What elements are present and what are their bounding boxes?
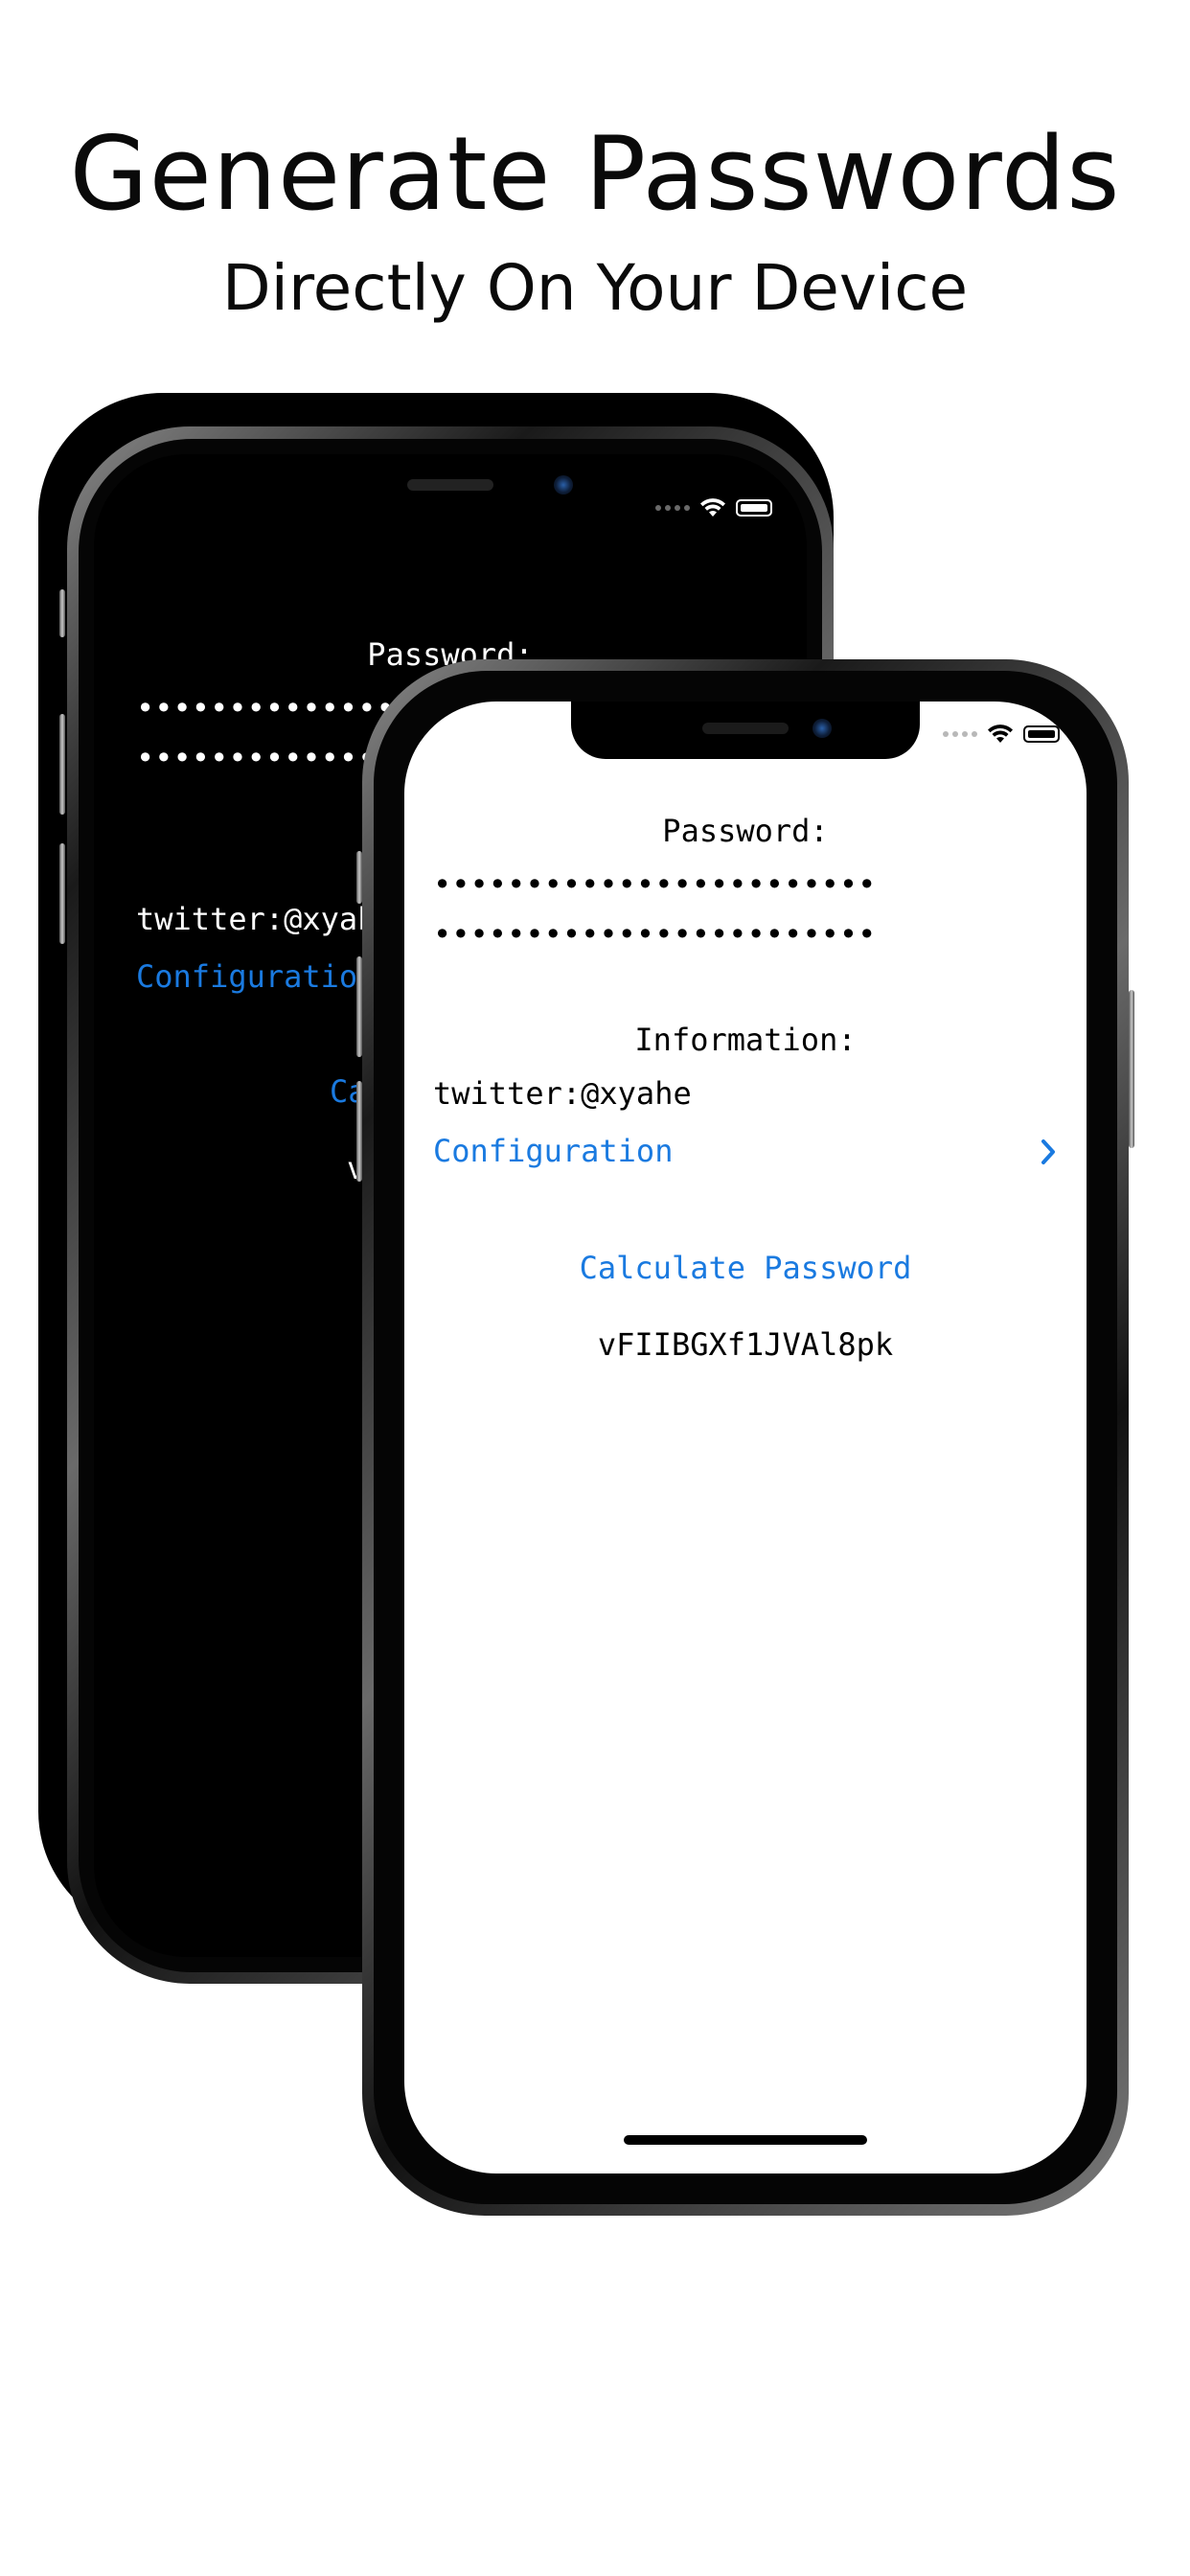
wifi-icon — [988, 724, 1013, 743]
password-field-2[interactable]: •••••••••••••••••••••••• — [433, 916, 876, 953]
earpiece-speaker — [702, 723, 789, 734]
notch — [571, 702, 920, 759]
home-indicator — [624, 2135, 867, 2145]
chevron-right-icon — [1041, 1139, 1055, 1164]
status-bar — [943, 723, 1060, 746]
mute-switch — [356, 851, 362, 904]
volume-down-button — [59, 843, 65, 944]
password-field-2[interactable]: ••••••••••••• — [136, 740, 376, 776]
front-camera — [554, 475, 573, 494]
configuration-row[interactable]: Configuration — [433, 1129, 1058, 1177]
earpiece-speaker — [407, 479, 493, 491]
calculate-password-button[interactable]: Calculate Password — [404, 1250, 1087, 1286]
password-field-1[interactable]: •••••••••••••••••••••••• — [433, 866, 876, 903]
side-power-button — [1129, 990, 1134, 1148]
subheadline: Directly On Your Device — [221, 251, 969, 325]
battery-icon — [1023, 725, 1060, 743]
information-field[interactable]: twitter:@xyah — [136, 901, 376, 937]
cellular-signal-icon — [943, 731, 977, 737]
generated-password: vFIIBGXf1JVAl8pk — [597, 1326, 894, 1363]
password-label: Password: — [662, 813, 829, 849]
configuration-row[interactable]: Configuration — [136, 958, 376, 995]
mute-switch — [59, 589, 65, 637]
status-bar — [655, 496, 772, 519]
front-camera — [812, 719, 832, 738]
information-field[interactable]: twitter:@xyahe — [433, 1075, 692, 1112]
volume-up-button — [59, 714, 65, 815]
battery-icon — [736, 499, 772, 517]
front-phone-light: Password: •••••••••••••••••••••••• •••••… — [356, 659, 1134, 2216]
front-phone-screen: Password: •••••••••••••••••••••••• •••••… — [404, 702, 1087, 2174]
volume-up-button — [356, 956, 362, 1057]
cellular-signal-icon — [655, 505, 690, 511]
configuration-label: Configuration — [433, 1133, 674, 1169]
information-label: Information: — [634, 1022, 857, 1058]
headline: Generate Passwords — [69, 115, 1121, 233]
wifi-icon — [700, 498, 725, 517]
volume-down-button — [356, 1081, 362, 1182]
